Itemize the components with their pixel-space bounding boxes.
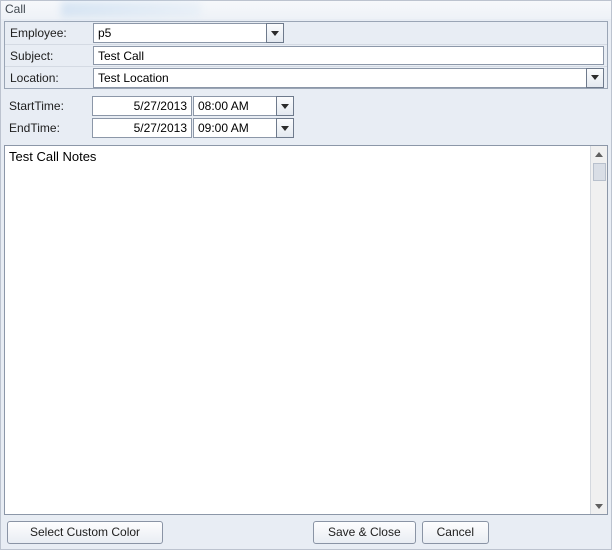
- employee-dropdown-button[interactable]: [266, 23, 284, 43]
- header-form: Employee: Subject: Location:: [4, 21, 608, 89]
- background-blur: [61, 1, 201, 17]
- notes-textarea[interactable]: [5, 146, 590, 514]
- location-combo[interactable]: [93, 68, 604, 88]
- employee-input[interactable]: [93, 23, 266, 43]
- subject-input[interactable]: [93, 46, 604, 65]
- window-title: Call: [5, 2, 26, 16]
- end-date-input[interactable]: [92, 118, 192, 138]
- title-bar: Call: [1, 1, 611, 19]
- time-form: StartTime: EndTime:: [4, 95, 608, 139]
- save-and-close-button[interactable]: Save & Close: [313, 521, 416, 544]
- scroll-down-button[interactable]: [592, 498, 607, 514]
- start-time-input[interactable]: [193, 96, 276, 116]
- end-time-input[interactable]: [193, 118, 276, 138]
- endtime-label: EndTime:: [7, 121, 92, 135]
- notes-area: [4, 145, 608, 515]
- select-custom-color-button[interactable]: Select Custom Color: [7, 521, 163, 544]
- scroll-up-button[interactable]: [592, 146, 607, 162]
- scrollbar[interactable]: [590, 146, 607, 514]
- chevron-down-icon: [281, 126, 289, 131]
- footer-bar: Select Custom Color Save & Close Cancel: [1, 519, 611, 549]
- employee-combo[interactable]: [93, 23, 284, 43]
- chevron-down-icon: [281, 104, 289, 109]
- subject-label: Subject:: [8, 49, 93, 63]
- start-time-combo[interactable]: [193, 96, 294, 116]
- chevron-down-icon: [271, 31, 279, 36]
- starttime-label: StartTime:: [7, 99, 92, 113]
- scroll-thumb[interactable]: [593, 163, 606, 181]
- start-time-dropdown-button[interactable]: [276, 96, 294, 116]
- location-label: Location:: [8, 71, 93, 85]
- call-dialog: Call Employee: Subject: Location:: [0, 0, 612, 550]
- employee-label: Employee:: [8, 26, 93, 40]
- start-date-input[interactable]: [92, 96, 192, 116]
- location-dropdown-button[interactable]: [586, 68, 604, 88]
- cancel-button[interactable]: Cancel: [422, 521, 489, 544]
- chevron-down-icon: [591, 75, 599, 80]
- location-input[interactable]: [93, 68, 586, 88]
- end-time-dropdown-button[interactable]: [276, 118, 294, 138]
- end-time-combo[interactable]: [193, 118, 294, 138]
